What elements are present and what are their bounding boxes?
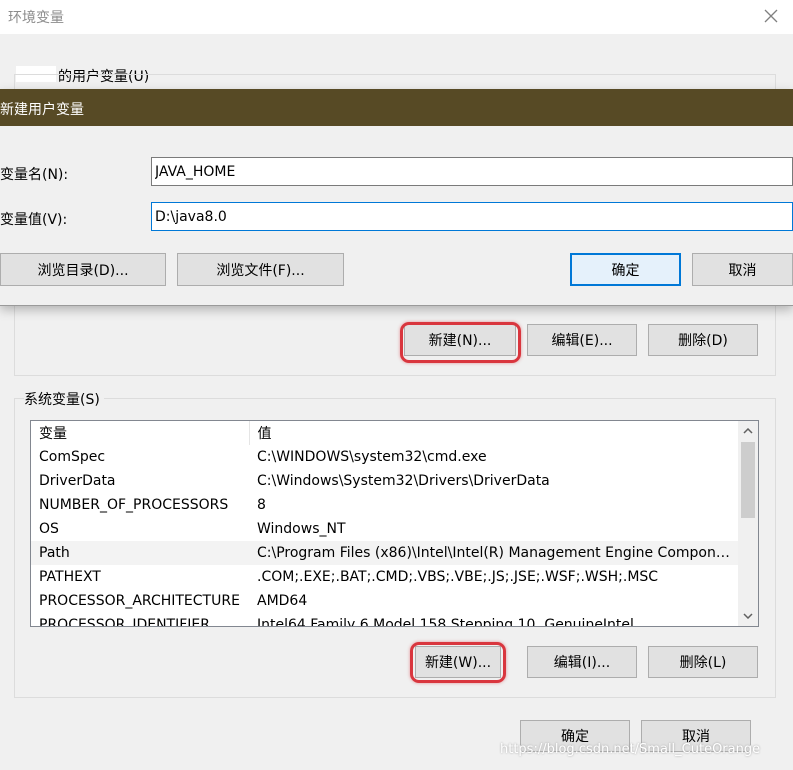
system-edit-button[interactable]: 编辑(I)... — [527, 646, 637, 678]
table-row[interactable]: PROCESSOR_IDENTIFIER Intel64 Family 6 Mod… — [31, 613, 738, 626]
dialog-titlebar: 新建用户变量 — [0, 89, 793, 126]
var-value: C:\Windows\System32\Drivers\DriverData — [257, 473, 550, 489]
var-name: PROCESSOR_IDENTIFIER — [39, 617, 210, 626]
var-name: PATHEXT — [39, 569, 101, 585]
variable-value-label: 变量值(V): — [0, 212, 68, 228]
browse-file-button[interactable]: 浏览文件(F)... — [177, 253, 344, 286]
var-name: NUMBER_OF_PROCESSORS — [39, 497, 229, 513]
scroll-thumb[interactable] — [741, 442, 755, 518]
scroll-up-icon[interactable] — [738, 421, 758, 441]
vertical-scrollbar[interactable] — [738, 421, 758, 626]
system-vars-list[interactable]: 变量 值 ComSpec C:\WINDOWS\system32\cmd.exe … — [30, 420, 759, 627]
variable-name-input[interactable] — [151, 157, 793, 186]
table-row[interactable]: PROCESSOR_ARCHITECTURE AMD64 — [31, 589, 738, 613]
table-row[interactable]: NUMBER_OF_PROCESSORS 8 — [31, 493, 738, 517]
var-name: PROCESSOR_ARCHITECTURE — [39, 593, 240, 609]
table-row[interactable]: PATHEXT .COM;.EXE;.BAT;.CMD;.VBS;.VBE;.JS… — [31, 565, 738, 589]
close-icon[interactable] — [758, 2, 784, 30]
var-value: Intel64 Family 6 Model 158 Stepping 10, … — [257, 617, 634, 626]
variable-name-label: 变量名(N): — [0, 167, 69, 183]
dialog-ok-button[interactable]: 确定 — [570, 253, 681, 286]
user-new-highlight — [400, 322, 521, 363]
var-name: ComSpec — [39, 449, 106, 465]
system-vars-table-area: 变量 值 ComSpec C:\WINDOWS\system32\cmd.exe … — [31, 421, 738, 626]
var-value: Windows_NT — [257, 521, 346, 537]
var-value: C:\Program Files (x86)\Intel\Intel(R) Ma… — [249, 541, 738, 565]
user-edit-button[interactable]: 编辑(E)... — [527, 324, 637, 356]
window-title: 环境变量 — [8, 10, 64, 26]
column-header-value[interactable]: 值 — [249, 421, 738, 445]
var-name: DriverData — [39, 473, 116, 489]
var-value: .COM;.EXE;.BAT;.CMD;.VBS;.VBE;.JS;.JSE;.… — [257, 569, 659, 585]
window-titlebar: 环境变量 — [0, 0, 793, 34]
table-header: 变量 值 — [31, 421, 738, 445]
table-row-selected[interactable]: Path C:\Program Files (x86)\Intel\Intel(R… — [31, 541, 738, 565]
dialog-title: 新建用户变量 — [0, 102, 84, 118]
system-new-highlight — [410, 642, 506, 683]
column-header-variable[interactable]: 变量 — [31, 421, 250, 445]
var-value: AMD64 — [257, 593, 308, 609]
var-name: Path — [31, 541, 249, 565]
variable-value-input[interactable] — [151, 202, 793, 231]
var-name: OS — [39, 521, 59, 537]
system-vars-label: 系统变量(S) — [24, 389, 104, 409]
dialog-cancel-button[interactable]: 取消 — [692, 253, 793, 286]
var-value: 8 — [257, 497, 266, 513]
table-row[interactable]: OS Windows_NT — [31, 517, 738, 541]
watermark: https://blog.csdn.net/Small_CuteOrange — [500, 742, 761, 757]
system-delete-button[interactable]: 删除(L) — [648, 646, 758, 678]
system-vars-table: 变量 值 ComSpec C:\WINDOWS\system32\cmd.exe … — [31, 421, 738, 626]
user-delete-button[interactable]: 删除(D) — [648, 324, 758, 356]
table-row[interactable]: DriverData C:\Windows\System32\Drivers\Dr… — [31, 469, 738, 493]
table-row[interactable]: ComSpec C:\WINDOWS\system32\cmd.exe — [31, 445, 738, 469]
scroll-down-icon[interactable] — [738, 606, 758, 626]
var-value: C:\WINDOWS\system32\cmd.exe — [257, 449, 487, 465]
browse-directory-button[interactable]: 浏览目录(D)... — [0, 253, 166, 286]
new-user-variable-dialog: 新建用户变量 变量名(N): 变量值(V): 浏览目录(D)... 浏览文件(F… — [0, 89, 793, 306]
